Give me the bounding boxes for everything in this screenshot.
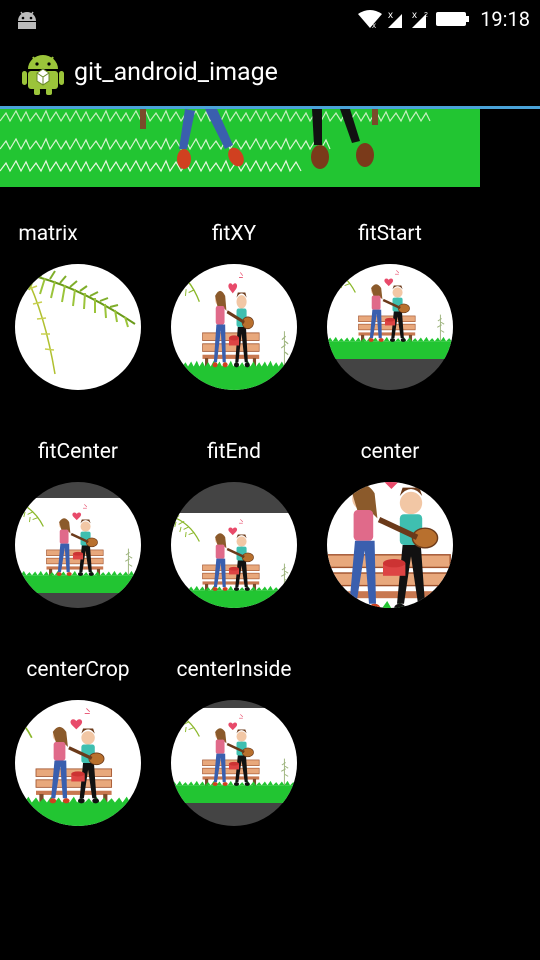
banner-image — [0, 109, 480, 187]
svg-text:x: x — [388, 10, 393, 21]
label-fitXY: fitXY — [211, 222, 257, 246]
couple-scene-image — [171, 708, 297, 803]
svg-text:x: x — [412, 10, 417, 21]
android-app-icon — [22, 55, 64, 95]
thumb-matrix[interactable] — [15, 264, 141, 390]
couple-on-grass-banner — [0, 109, 480, 187]
thumb-centerCrop[interactable] — [15, 700, 141, 826]
label-fitEnd: fitEnd — [207, 440, 261, 464]
label-centerCrop: centerCrop — [26, 658, 130, 682]
thumb-centerInside[interactable] — [171, 700, 297, 826]
thumb-center[interactable] — [327, 482, 453, 608]
couple-scene-image — [171, 513, 297, 608]
thumb-fitStart[interactable] — [327, 264, 453, 390]
action-bar: git_android_image — [0, 38, 540, 106]
thumb-fitEnd[interactable] — [171, 482, 297, 608]
signal-1-icon: x — [388, 10, 403, 28]
couple-scene-image — [15, 498, 141, 593]
battery-icon — [436, 12, 470, 26]
label-centerInside: centerInside — [176, 658, 292, 682]
wifi-icon: x — [358, 10, 383, 29]
label-fitCenter: fitCenter — [37, 440, 119, 464]
couple-scene-image — [327, 482, 453, 608]
status-icons: x x x 2 19:18 — [358, 7, 530, 31]
couple-scene-image — [171, 264, 297, 390]
clock: 19:18 — [480, 7, 530, 31]
couple-scene-image — [327, 264, 453, 359]
label-matrix: matrix — [18, 222, 78, 246]
label-fitStart: fitStart — [358, 222, 422, 246]
thumb-fitCenter[interactable] — [15, 482, 141, 608]
svg-text:2: 2 — [424, 12, 428, 19]
couple-scene-image — [15, 700, 141, 826]
signal-2-icon: x 2 — [412, 10, 428, 28]
svg-text:x: x — [372, 21, 376, 29]
status-bar: x x x 2 19:18 — [0, 0, 540, 38]
thumb-fitXY[interactable] — [171, 264, 297, 390]
label-center: center — [360, 440, 420, 464]
leaves-image — [15, 264, 141, 390]
app-title: git_android_image — [74, 58, 278, 87]
android-notification-icon — [18, 11, 36, 29]
